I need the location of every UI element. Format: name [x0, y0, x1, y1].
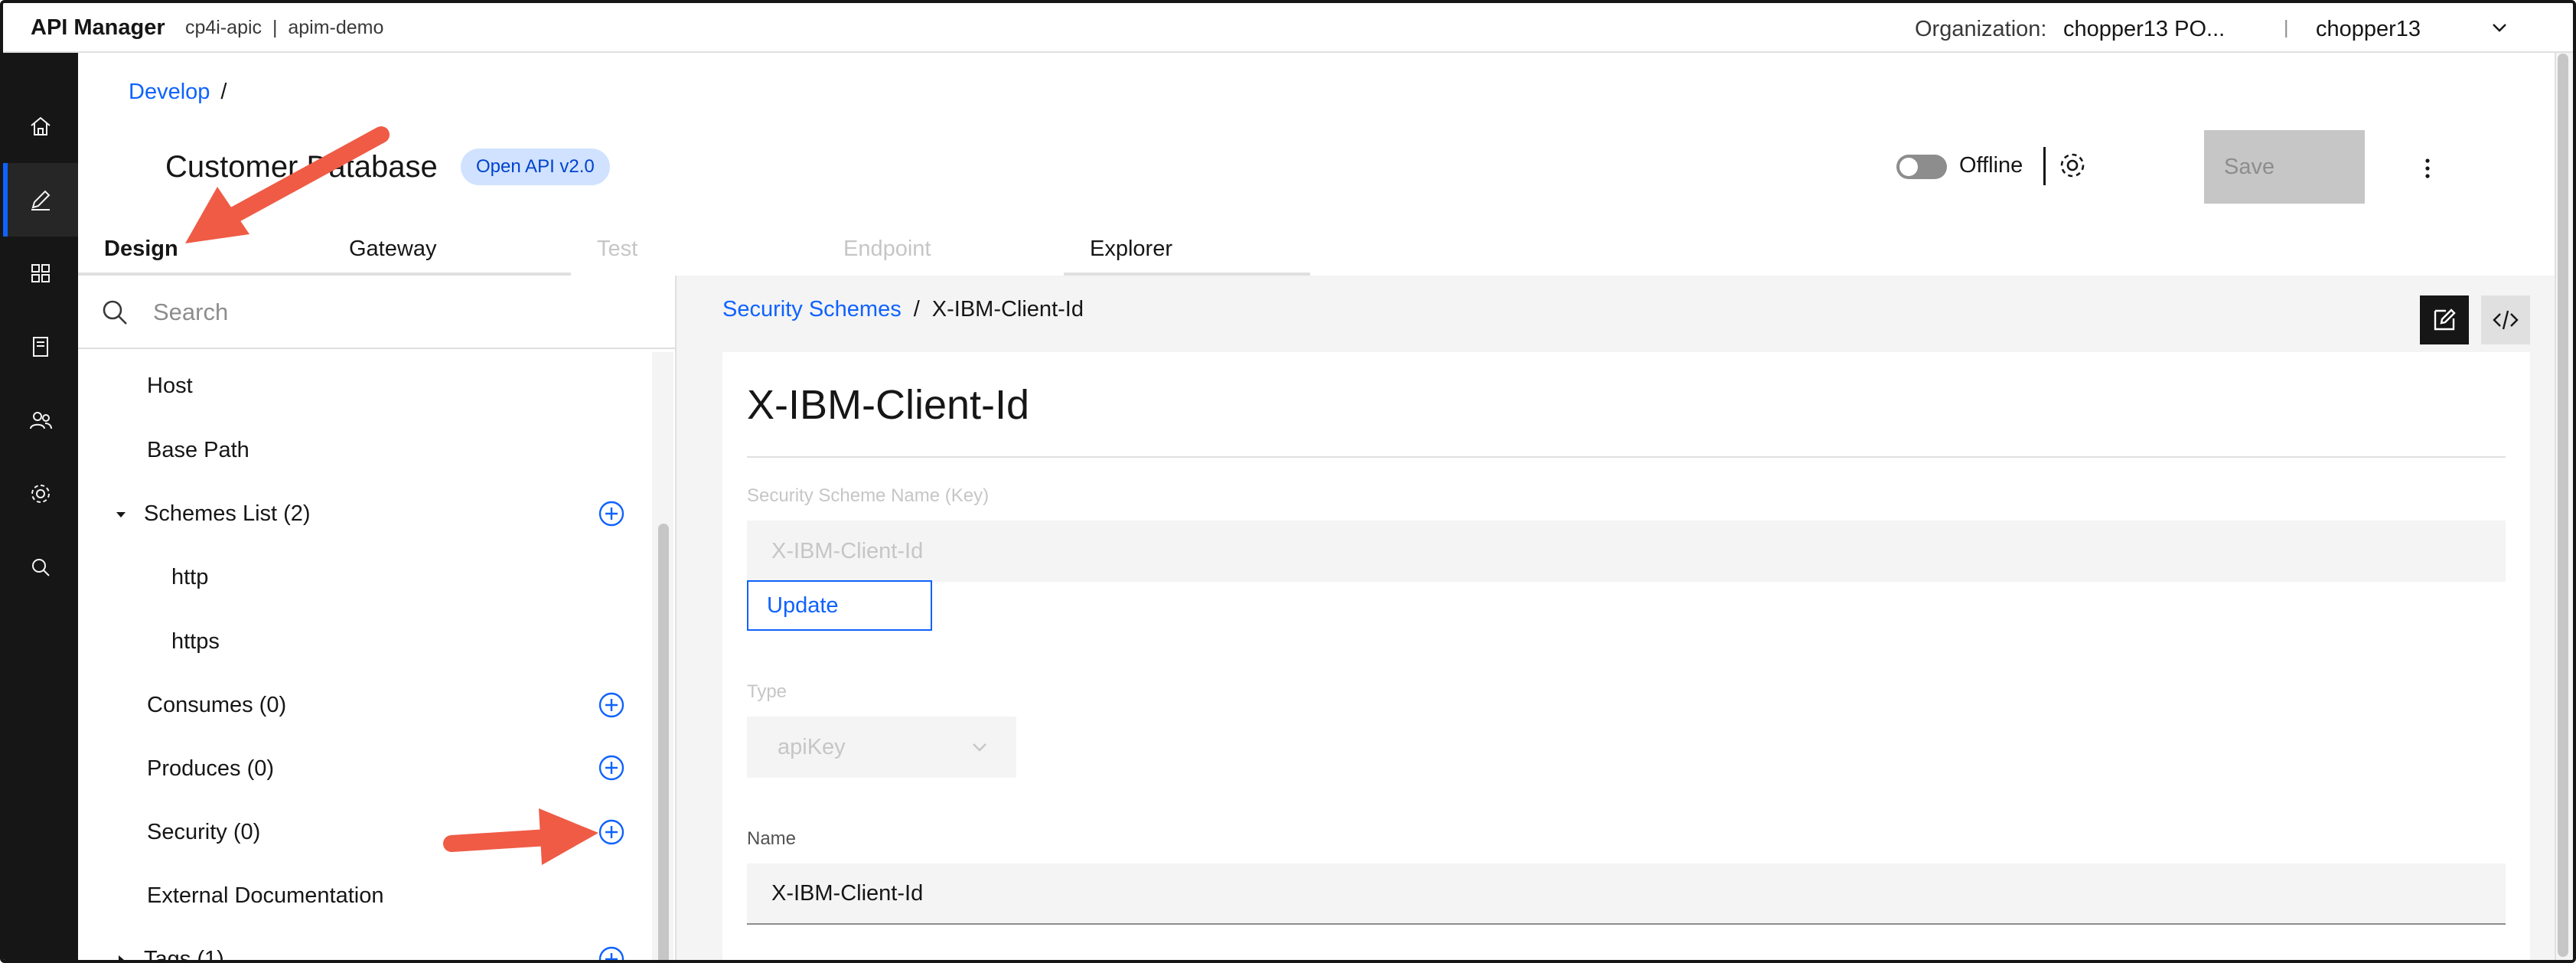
- tab-endpoint: Endpoint: [817, 225, 1064, 276]
- organization-name[interactable]: chopper13 PO...: [2063, 17, 2225, 42]
- offline-label: Offline: [1959, 153, 2023, 178]
- tab-gateway[interactable]: Gateway: [78, 225, 571, 276]
- form-title: X-IBM-Client-Id: [747, 382, 1030, 428]
- code-icon: [2493, 310, 2519, 330]
- rail-home[interactable]: [3, 90, 78, 163]
- organization-label: Organization:: [1915, 17, 2047, 41]
- add-security-icon[interactable]: [597, 818, 626, 847]
- type-label: Type: [747, 681, 787, 702]
- add-produces-icon[interactable]: [597, 753, 626, 782]
- search-icon: [103, 300, 127, 325]
- breadcrumb-separator: /: [913, 297, 920, 322]
- caret-right-icon[interactable]: [113, 952, 129, 963]
- breadcrumb-current: X-IBM-Client-Id: [931, 297, 1084, 322]
- offline-toggle[interactable]: [1896, 155, 1947, 179]
- source-view-button[interactable]: [2481, 295, 2530, 344]
- nav-item-external-documentation[interactable]: External Documentation: [147, 883, 384, 909]
- rail-members[interactable]: [3, 384, 78, 457]
- nav-item-produces[interactable]: Produces (0): [147, 756, 274, 782]
- nav-item-tags[interactable]: Tags (1): [144, 947, 224, 960]
- nav-item-http[interactable]: http: [171, 565, 208, 590]
- add-consumes-icon[interactable]: [597, 690, 626, 720]
- editor-tabs: Design Gateway Test Endpoint Explorer: [78, 225, 1310, 276]
- scheme-name-label: Security Scheme Name (Key): [747, 485, 990, 506]
- rail-search[interactable]: [3, 530, 78, 604]
- add-scheme-icon[interactable]: [597, 499, 626, 528]
- edit-icon: [2434, 308, 2456, 331]
- tab-explorer[interactable]: Explorer: [1064, 225, 1310, 276]
- users-icon: [30, 412, 52, 429]
- rail-catalog[interactable]: [3, 310, 78, 384]
- instance-breadcrumb: cp4i-apic | apim-demo: [185, 17, 384, 38]
- breadcrumb-separator: /: [220, 80, 227, 104]
- overflow-menu-icon[interactable]: [2412, 153, 2443, 184]
- form-view-button[interactable]: [2420, 295, 2469, 344]
- nav-item-schemes-list[interactable]: Schemes List (2): [144, 501, 311, 527]
- breadcrumb-develop-link[interactable]: Develop: [129, 80, 210, 104]
- page-breadcrumb: Develop /: [129, 80, 227, 105]
- gear-icon[interactable]: [2057, 150, 2088, 181]
- chevron-down-icon: [973, 743, 986, 752]
- search-icon: [32, 559, 50, 576]
- apps-icon: [31, 264, 50, 282]
- nav-item-host[interactable]: Host: [147, 374, 193, 399]
- header-separator: |: [2284, 17, 2289, 38]
- rail-manage[interactable]: [3, 237, 78, 310]
- openapi-version-tag: Open API v2.0: [461, 149, 610, 185]
- header-divider: [2043, 147, 2046, 185]
- caret-down-icon[interactable]: [113, 507, 129, 522]
- side-navigation-rail: [3, 53, 78, 960]
- top-header: API Manager cp4i-apic | apim-demo Organi…: [3, 3, 2573, 53]
- update-button[interactable]: Update: [747, 580, 932, 631]
- settings-icon: [31, 485, 50, 503]
- nav-item-base-path[interactable]: Base Path: [147, 438, 249, 463]
- name-label: Name: [747, 828, 797, 849]
- brand-title[interactable]: API Manager: [31, 15, 165, 41]
- security-schemes-link[interactable]: Security Schemes: [722, 297, 902, 322]
- editor-breadcrumb: Security Schemes / X-IBM-Client-Id: [722, 297, 1084, 322]
- page-scrollbar-thumb[interactable]: [2558, 54, 2568, 957]
- edit-icon: [31, 190, 51, 211]
- search-input[interactable]: [153, 291, 643, 334]
- nav-item-consumes[interactable]: Consumes (0): [147, 693, 286, 718]
- form-title-divider: [747, 456, 2506, 458]
- page-title: Customer Database: [165, 150, 438, 184]
- nav-scrollbar-thumb[interactable]: [658, 524, 669, 960]
- rail-settings[interactable]: [3, 457, 78, 530]
- catalog-icon: [33, 337, 48, 357]
- tab-test: Test: [571, 225, 817, 276]
- nav-item-https[interactable]: https: [171, 629, 220, 655]
- app-window: API Manager cp4i-apic | apim-demo Organi…: [0, 0, 2576, 963]
- home-icon: [31, 116, 51, 135]
- rail-develop[interactable]: [3, 163, 78, 237]
- user-menu-name[interactable]: chopper13: [2316, 17, 2421, 42]
- save-button[interactable]: Save: [2204, 130, 2365, 204]
- nav-item-security[interactable]: Security (0): [147, 820, 260, 845]
- name-input[interactable]: [747, 863, 2506, 925]
- add-tag-icon[interactable]: [597, 945, 626, 963]
- scheme-name-input[interactable]: [747, 521, 2506, 582]
- chevron-down-icon[interactable]: [2487, 15, 2512, 40]
